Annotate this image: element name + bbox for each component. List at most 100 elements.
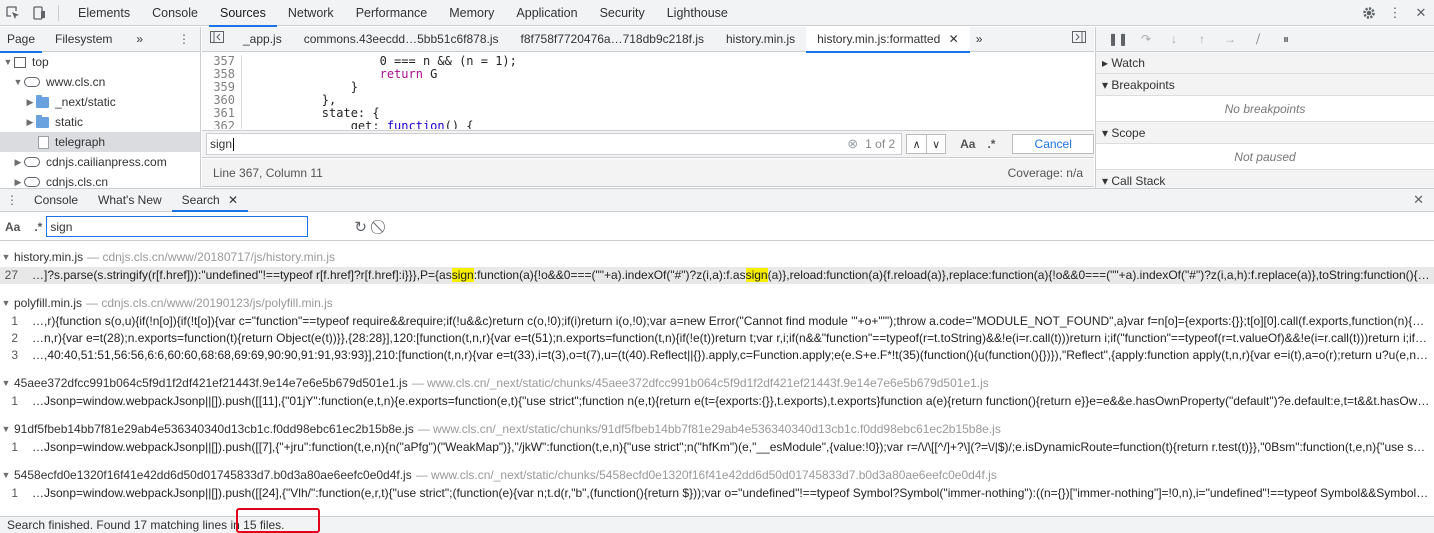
- editor-tab[interactable]: _app.js: [232, 27, 293, 52]
- find-input[interactable]: sign ⊗ 1 of 2: [206, 133, 903, 155]
- result-match-row[interactable]: 1 …Jsonp=window.webpackJsonp||[]).push([…: [0, 393, 1434, 410]
- drawer-tabstrip: ⋮ Console What's New Search ✕ ✕: [0, 188, 1434, 212]
- deactivate-breakpoints-icon[interactable]: ⧸: [1244, 32, 1272, 47]
- navigator-menu-icon[interactable]: ⋮: [178, 32, 190, 46]
- expand-arrow-icon[interactable]: ▼: [0, 247, 12, 267]
- editor-tab[interactable]: history.min.js: [715, 27, 806, 52]
- inspect-element-icon[interactable]: [0, 0, 26, 26]
- pause-on-exceptions-icon[interactable]: ⏸: [1272, 32, 1300, 47]
- breakpoints-pane-header[interactable]: ▾ Breakpoints: [1096, 74, 1434, 96]
- result-match-row[interactable]: 2 …n,r){var e=t(28);n.exports=function(t…: [0, 330, 1434, 347]
- device-toolbar-icon[interactable]: [26, 0, 52, 26]
- tab-network[interactable]: Network: [277, 0, 345, 26]
- tab-lighthouse[interactable]: Lighthouse: [656, 0, 739, 26]
- tree-item-folder[interactable]: ▶ static: [0, 112, 200, 132]
- collapse-arrow-icon[interactable]: ▶: [12, 172, 24, 188]
- coverage-status[interactable]: Coverage: n/a: [1008, 166, 1083, 180]
- tab-performance[interactable]: Performance: [345, 0, 439, 26]
- close-drawer-icon[interactable]: ✕: [1413, 192, 1424, 208]
- editor-tab-active[interactable]: history.min.js:formatted ✕: [806, 26, 970, 53]
- tab-console[interactable]: Console: [141, 0, 209, 26]
- debugger-toolbar: ❚❚ ↷ ↓ ↑ → ⧸ ⏸: [1096, 27, 1434, 52]
- tree-item-domain[interactable]: ▶ cdnjs.cls.cn: [0, 172, 200, 188]
- code-editor[interactable]: 357 0 === n && (n = 1); 358 return G 359…: [202, 53, 1094, 129]
- expand-arrow-icon[interactable]: ▼: [12, 72, 24, 92]
- more-tabs-icon[interactable]: »: [970, 27, 989, 52]
- match-count: 1 of 2: [865, 137, 896, 151]
- tab-memory[interactable]: Memory: [438, 0, 505, 26]
- keyword: return: [379, 67, 423, 81]
- expand-arrow-icon[interactable]: ▼: [0, 293, 12, 313]
- result-match-row[interactable]: 1 …,r){function s(o,u){if(!n[o]){if(!t[o…: [0, 313, 1434, 330]
- editor-tab[interactable]: f8f758f7720476a…718db9c218f.js: [510, 27, 716, 52]
- drawer-menu-icon[interactable]: ⋮: [0, 193, 24, 207]
- expand-arrow-icon[interactable]: ▼: [2, 52, 14, 72]
- editor-status-bar: Line 367, Column 11 Coverage: n/a: [202, 159, 1094, 187]
- find-previous-icon[interactable]: ∧: [906, 134, 927, 154]
- expand-arrow-icon[interactable]: ▼: [0, 373, 12, 393]
- watch-pane-header[interactable]: ▸ Watch: [1096, 52, 1434, 74]
- nav-tab-filesystem[interactable]: Filesystem: [48, 27, 119, 52]
- result-file-header[interactable]: ▼ 5458ecfd0e1320f16f41e42dd6d50d01745833…: [0, 465, 1434, 485]
- more-options-icon[interactable]: ⋮: [1382, 0, 1408, 26]
- tree-item-domain[interactable]: ▼ www.cls.cn: [0, 72, 200, 92]
- collapse-arrow-icon[interactable]: ▶: [24, 92, 36, 112]
- result-match-row[interactable]: 1 …Jsonp=window.webpackJsonp||[]).push([…: [0, 439, 1434, 456]
- step-into-icon[interactable]: ↓: [1160, 32, 1188, 46]
- result-file-header[interactable]: ▼ 91df5fbeb14bb7f81e29ab4e536340340d13cb…: [0, 419, 1434, 439]
- close-tab-icon[interactable]: ✕: [949, 32, 959, 46]
- regex-button[interactable]: .*: [987, 137, 995, 151]
- search-input[interactable]: sign: [46, 216, 309, 237]
- result-file-name: 5458ecfd0e1320f16f41e42dd6d50d01745833d7…: [14, 468, 412, 482]
- toggle-navigator-icon[interactable]: [202, 27, 232, 52]
- result-match-row[interactable]: 3 …,40:40,51:51,56:56,6:6,60:60,68:68,69…: [0, 347, 1434, 364]
- refresh-icon[interactable]: ↻: [354, 218, 367, 236]
- tab-elements[interactable]: Elements: [67, 0, 141, 26]
- toggle-debugger-icon[interactable]: [1064, 27, 1094, 52]
- call-stack-pane-header[interactable]: ▾ Call Stack: [1096, 170, 1434, 188]
- match-case-button[interactable]: Aa: [5, 220, 20, 234]
- collapse-arrow-icon[interactable]: ▶: [12, 152, 24, 172]
- search-results: ▼ history.min.js — cdnjs.cls.cn/www/2018…: [0, 242, 1434, 516]
- find-next-icon[interactable]: ∨: [926, 134, 947, 154]
- nav-tab-page[interactable]: Page: [0, 27, 43, 53]
- match-line-number: 3: [11, 348, 18, 362]
- tab-application[interactable]: Application: [505, 0, 588, 26]
- tab-security[interactable]: Security: [589, 0, 656, 26]
- step-over-icon[interactable]: ↷: [1132, 32, 1160, 46]
- tree-item-top[interactable]: ▼ top: [0, 52, 200, 72]
- result-file-header[interactable]: ▼ polyfill.min.js — cdnjs.cls.cn/www/201…: [0, 293, 1434, 313]
- regex-button[interactable]: .*: [34, 220, 42, 234]
- tree-item-file[interactable]: telegraph: [0, 132, 200, 152]
- clear-input-icon[interactable]: ⊗: [847, 136, 858, 152]
- match-highlight: sign: [451, 268, 474, 282]
- drawer-tab-whats-new[interactable]: What's New: [88, 189, 172, 211]
- expand-arrow-icon[interactable]: ▼: [0, 465, 12, 485]
- pane-title: Watch: [1111, 56, 1145, 70]
- debugger-sidebar: ❚❚ ↷ ↓ ↑ → ⧸ ⏸ ▸ Watch ▾ Breakpoints No …: [1095, 27, 1434, 188]
- scope-pane-header[interactable]: ▾ Scope: [1096, 122, 1434, 144]
- drawer-tab-console[interactable]: Console: [24, 189, 88, 211]
- pause-icon[interactable]: ❚❚: [1104, 32, 1132, 46]
- close-devtools-icon[interactable]: ✕: [1408, 0, 1434, 26]
- result-match-row[interactable]: 27 …]?s.parse(s.stringify(r[f.href])):"u…: [0, 267, 1434, 284]
- close-tab-icon[interactable]: ✕: [228, 193, 238, 207]
- tree-item-folder[interactable]: ▶ _next/static: [0, 92, 200, 112]
- tab-sources[interactable]: Sources: [208, 0, 277, 27]
- drawer-tab-search[interactable]: Search ✕: [171, 189, 249, 212]
- step-icon[interactable]: →: [1216, 32, 1244, 46]
- result-match-row[interactable]: 1 …Jsonp=window.webpackJsonp||[]).push([…: [0, 485, 1434, 502]
- step-out-icon[interactable]: ↑: [1188, 32, 1216, 46]
- folder-icon: [36, 94, 49, 108]
- settings-gear-icon[interactable]: [1356, 0, 1382, 26]
- cancel-button[interactable]: Cancel: [1012, 134, 1094, 154]
- result-file-header[interactable]: ▼ 45aee372dfcc991b064c5f9d1f2df421ef2144…: [0, 373, 1434, 393]
- expand-arrow-icon[interactable]: ▼: [0, 419, 12, 439]
- nav-more-tabs-icon[interactable]: »: [129, 27, 150, 52]
- editor-tab[interactable]: commons.43eecdd…5bb51c6f878.js: [293, 27, 510, 52]
- result-file-header[interactable]: ▼ history.min.js — cdnjs.cls.cn/www/2018…: [0, 247, 1434, 267]
- collapse-arrow-icon[interactable]: ▶: [24, 112, 36, 132]
- match-case-button[interactable]: Aa: [960, 137, 975, 151]
- tree-item-domain[interactable]: ▶ cdnjs.cailianpress.com: [0, 152, 200, 172]
- result-file-path: — cdnjs.cls.cn/www/20190123/js/polyfill.…: [86, 296, 333, 310]
